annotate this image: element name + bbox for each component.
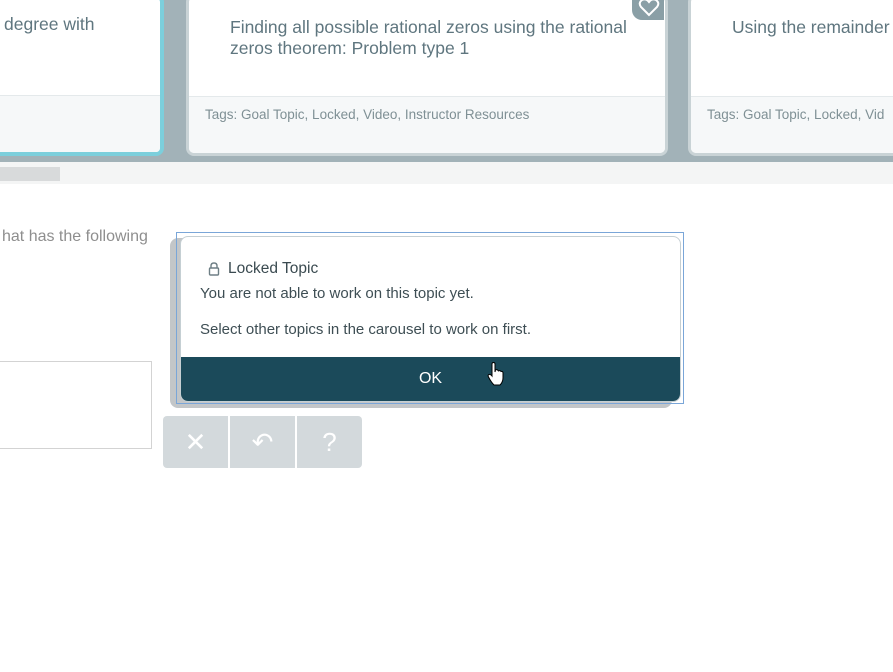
topic-card-footer: Tags: Goal Topic, Locked, Vid <box>691 96 893 153</box>
locked-topic-dialog: Locked Topic You are not able to work on… <box>180 236 681 402</box>
topic-card-tags: Tags: Goal Topic, Locked, Vid <box>707 107 885 122</box>
help-icon: ? <box>322 426 337 457</box>
close-icon: ✕ <box>184 426 207 457</box>
modal-message: Select other topics in the carousel to w… <box>200 321 531 338</box>
topic-card-footer: Tags: Goal Topic, Locked, Video, Instruc… <box>189 96 665 153</box>
ok-button[interactable]: OK <box>181 357 680 401</box>
answer-input[interactable] <box>0 361 152 449</box>
help-button[interactable]: ? <box>297 416 362 468</box>
topic-card-title: Using the remainder polynomial <box>732 17 893 37</box>
topic-card[interactable]: Finding all possible rational zeros usin… <box>186 0 668 156</box>
topic-card-title: degree with <box>4 14 95 34</box>
undo-button[interactable]: ↶ <box>230 416 295 468</box>
modal-header: Locked Topic <box>208 260 318 278</box>
undo-icon: ↶ <box>251 426 274 457</box>
topic-card[interactable]: Using the remainder polynomial Tags: Goa… <box>688 0 893 156</box>
answer-toolbar: ✕ ↶ ? <box>163 416 362 468</box>
heart-icon <box>638 0 660 17</box>
topic-carousel: degree with Finding all possible rationa… <box>0 0 893 162</box>
topic-card-footer <box>0 95 160 152</box>
carousel-scrollbar[interactable] <box>0 162 893 184</box>
favorite-badge[interactable] <box>632 0 664 20</box>
modal-title: Locked Topic <box>228 260 319 277</box>
scrollbar-thumb[interactable] <box>0 167 60 181</box>
clear-button[interactable]: ✕ <box>163 416 228 468</box>
lock-icon <box>208 262 220 276</box>
modal-message: You are not able to work on this topic y… <box>200 285 474 302</box>
topic-card-tags: Tags: Goal Topic, Locked, Video, Instruc… <box>205 107 530 122</box>
hand-cursor-icon <box>487 362 504 386</box>
topic-card-title: Finding all possible rational zeros usin… <box>230 17 627 58</box>
question-text: hat has the following <box>2 228 148 245</box>
topic-card[interactable]: degree with <box>0 0 164 156</box>
